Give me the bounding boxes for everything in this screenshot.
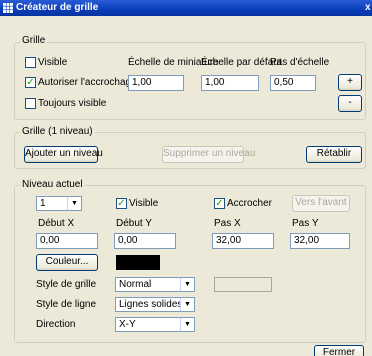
- start-y-input[interactable]: 0,00: [114, 233, 176, 249]
- grid-style-extra-field: [214, 277, 272, 292]
- color-button[interactable]: Couleur...: [36, 254, 98, 271]
- title-bar[interactable]: Créateur de grille x: [0, 0, 372, 16]
- grid-style-label: Style de grille: [36, 279, 97, 290]
- start-y-label: Début Y: [116, 218, 152, 229]
- chevron-down-icon: ▼: [180, 298, 194, 311]
- direction-select[interactable]: X-Y ▼: [115, 317, 195, 332]
- current-level-legend: Niveau actuel: [20, 179, 85, 191]
- grid-style-value: Normal: [119, 279, 152, 290]
- level-visible-checkbox[interactable]: ✓: [116, 198, 127, 209]
- step-y-label: Pas Y: [292, 218, 319, 229]
- line-style-value: Lignes solides: [119, 299, 183, 310]
- levels-group-legend: Grille (1 niveau): [20, 126, 95, 138]
- close-button[interactable]: Fermer: [314, 345, 364, 356]
- step-y-input[interactable]: 32,00: [290, 233, 350, 249]
- level-select[interactable]: 1 ▼: [36, 196, 82, 211]
- grid-visible-checkbox[interactable]: [25, 57, 36, 68]
- start-x-label: Début X: [38, 218, 75, 229]
- direction-value: X-Y: [119, 319, 136, 330]
- reset-button[interactable]: Rétablir: [306, 146, 362, 163]
- app-icon: [3, 3, 13, 13]
- level-snap-label: Accrocher: [227, 198, 273, 209]
- grid-style-select[interactable]: Normal ▼: [115, 277, 195, 292]
- direction-label: Direction: [36, 319, 76, 330]
- zoom-minus-button[interactable]: -: [338, 95, 362, 112]
- line-style-select[interactable]: Lignes solides ▼: [115, 297, 195, 312]
- scale-step-input[interactable]: 0,50: [270, 75, 316, 91]
- snap-label: Autoriser l'accrochage: [38, 77, 137, 88]
- chevron-down-icon: ▼: [67, 197, 81, 210]
- window-title: Créateur de grille: [16, 2, 99, 13]
- step-x-label: Pas X: [214, 218, 241, 229]
- always-visible-label: Toujours visible: [38, 98, 107, 109]
- scale-step-label: Pas d'échelle: [270, 57, 330, 68]
- step-x-input[interactable]: 32,00: [212, 233, 274, 249]
- thumbnail-scale-input[interactable]: 1,00: [128, 75, 184, 91]
- zoom-plus-button[interactable]: +: [338, 74, 362, 91]
- color-swatch[interactable]: [116, 255, 160, 270]
- remove-level-button[interactable]: Supprimer un niveau: [162, 146, 255, 163]
- chevron-down-icon: ▼: [180, 278, 194, 291]
- grid-visible-label: Visible: [38, 57, 68, 68]
- level-select-value: 1: [40, 198, 46, 209]
- default-scale-input[interactable]: 1,00: [201, 75, 259, 91]
- add-level-button[interactable]: Ajouter un niveau: [24, 146, 103, 163]
- grid-group-legend: Grille: [20, 35, 48, 47]
- always-visible-checkbox[interactable]: [25, 98, 36, 109]
- level-snap-checkbox[interactable]: ✓: [214, 198, 225, 209]
- grid-creator-dialog: Créateur de grille x Grille Visible ✓ Au…: [0, 0, 372, 356]
- chevron-down-icon: ▼: [180, 318, 194, 331]
- line-style-label: Style de ligne: [36, 299, 97, 310]
- move-forward-button[interactable]: Vers l'avant: [292, 195, 350, 212]
- close-icon[interactable]: x: [365, 1, 372, 14]
- start-x-input[interactable]: 0,00: [36, 233, 98, 249]
- level-visible-label: Visible: [129, 198, 159, 209]
- snap-checkbox[interactable]: ✓: [25, 77, 36, 88]
